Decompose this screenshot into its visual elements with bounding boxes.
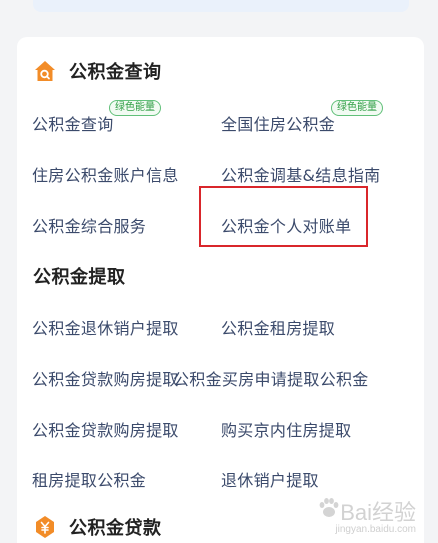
link-rent-withdraw-gjj[interactable]: 租房提取公积金 (32, 467, 146, 491)
link-buy-house-withdraw[interactable]: 公积金买房申请提取公积金 (173, 366, 369, 390)
search-house-icon (35, 61, 55, 81)
section-header-loan: 公积金贷款 (33, 514, 162, 540)
green-energy-badge: 绿色能量 (109, 100, 161, 116)
yuan-coin-icon (36, 516, 54, 538)
link-gjj-query[interactable]: 公积金查询 (32, 111, 114, 135)
section-title: 公积金查询 (69, 62, 162, 83)
link-comprehensive-service[interactable]: 公积金综合服务 (32, 213, 146, 237)
paw-icon (319, 498, 339, 517)
watermark-url: jingyan.baidu.com (335, 524, 416, 535)
link-retire-withdraw[interactable]: 公积金退休销户提取 (32, 315, 179, 339)
green-energy-badge: 绿色能量 (331, 100, 383, 116)
link-loan-purchase-withdraw-2[interactable]: 公积金贷款购房提取 (32, 417, 179, 441)
link-rent-withdraw[interactable]: 公积金租房提取 (221, 315, 335, 339)
link-national-gjj[interactable]: 全国住房公积金 (221, 111, 335, 135)
section-title-loan: 公积金贷款 (69, 518, 162, 539)
baidu-watermark: Bai经验 jingyan.baidu.com (316, 493, 416, 535)
link-retire-close-withdraw[interactable]: 退休销户提取 (221, 467, 319, 491)
watermark-text: Bai经验 (340, 500, 416, 525)
link-account-info[interactable]: 住房公积金账户信息 (32, 162, 179, 186)
link-loan-purchase-withdraw[interactable]: 公积金贷款购房提取 (32, 366, 179, 390)
link-adjust-guide[interactable]: 公积金调基&结息指南 (221, 162, 380, 186)
link-beijing-house-withdraw[interactable]: 购买京内住房提取 (221, 417, 351, 441)
section-title-withdraw: 公积金提取 (33, 267, 126, 288)
top-card (33, 0, 409, 12)
highlight-box (199, 186, 368, 247)
section-header-query: 公积金查询 (33, 58, 162, 84)
